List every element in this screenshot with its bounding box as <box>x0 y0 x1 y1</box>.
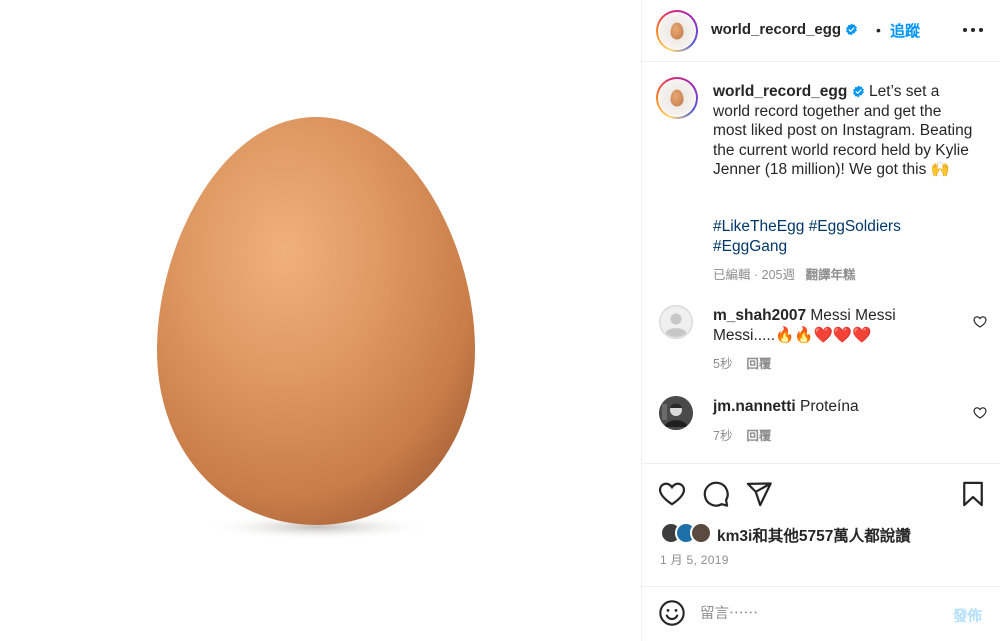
comment-time[interactable]: 7秒 <box>713 429 732 443</box>
more-horizontal-icon[interactable] <box>961 20 985 40</box>
header-separator: • <box>876 22 881 38</box>
add-comment-bar: 發佈 <box>642 586 1000 641</box>
caption: world_record_egg Let’s set a world recor… <box>713 82 973 180</box>
liker-avatars[interactable] <box>660 522 716 544</box>
default-avatar-icon <box>659 305 693 339</box>
comment-username[interactable]: m_shah2007 <box>713 307 806 324</box>
comment-avatar[interactable] <box>659 396 693 430</box>
post-image[interactable] <box>0 0 641 641</box>
verified-badge-icon <box>852 85 864 98</box>
comment-avatar[interactable] <box>659 305 693 339</box>
reply-button[interactable]: 回覆 <box>746 357 771 371</box>
save-bookmark-icon[interactable] <box>959 480 987 508</box>
edited-label: 已編輯 <box>713 268 751 282</box>
comment-bubble-icon[interactable] <box>702 480 730 508</box>
likes-count[interactable]: km3i和其他5757萬人都說讚 <box>717 524 911 546</box>
share-send-icon[interactable] <box>745 480 773 508</box>
translate-button[interactable]: 翻譯年糕 <box>805 268 855 282</box>
comments-section: world_record_egg Let’s set a world recor… <box>642 63 1000 463</box>
comment-like-icon[interactable] <box>973 315 987 328</box>
post-comment-button[interactable]: 發佈 <box>953 605 982 626</box>
comment-body: jm.nannetti Proteína <box>713 397 958 417</box>
comment-input[interactable] <box>700 603 930 625</box>
author-username[interactable]: world_record_egg <box>711 21 841 38</box>
comment-body: m_shah2007 Messi Messi Messi.....🔥🔥❤️❤️❤… <box>713 306 958 345</box>
author-avatar[interactable] <box>656 10 698 52</box>
meta-separator: · <box>754 268 759 282</box>
comment-time[interactable]: 5秒 <box>713 357 732 371</box>
comment-username[interactable]: jm.nannetti <box>713 398 796 415</box>
post-header: world_record_egg • 追蹤 <box>642 0 1000 62</box>
caption-meta: 已編輯 · 205週 翻譯年糕 <box>713 264 855 283</box>
emoji-icon[interactable] <box>658 599 686 627</box>
post-sidebar: world_record_egg • 追蹤 world_record_egg L… <box>641 0 1000 641</box>
caption-hashtags[interactable]: #LikeTheEgg #EggSoldiers #EggGang <box>713 217 973 256</box>
verified-badge-icon <box>846 23 858 36</box>
follow-button[interactable]: 追蹤 <box>890 20 920 41</box>
caption-username[interactable]: world_record_egg <box>713 83 847 100</box>
comment-like-icon[interactable] <box>973 406 987 419</box>
post-date[interactable]: 1 月 5, 2019 <box>660 551 729 568</box>
like-heart-icon[interactable] <box>658 480 686 508</box>
caption-avatar[interactable] <box>656 77 698 119</box>
comment-meta: 7秒 回覆 <box>713 425 771 444</box>
comment-meta: 5秒 回覆 <box>713 353 771 372</box>
reply-button[interactable]: 回覆 <box>746 429 771 443</box>
user-photo-icon <box>659 396 693 430</box>
liker-avatar <box>690 522 712 544</box>
comment-text: Proteína <box>799 398 859 415</box>
caption-time[interactable]: 205週 <box>762 268 795 282</box>
